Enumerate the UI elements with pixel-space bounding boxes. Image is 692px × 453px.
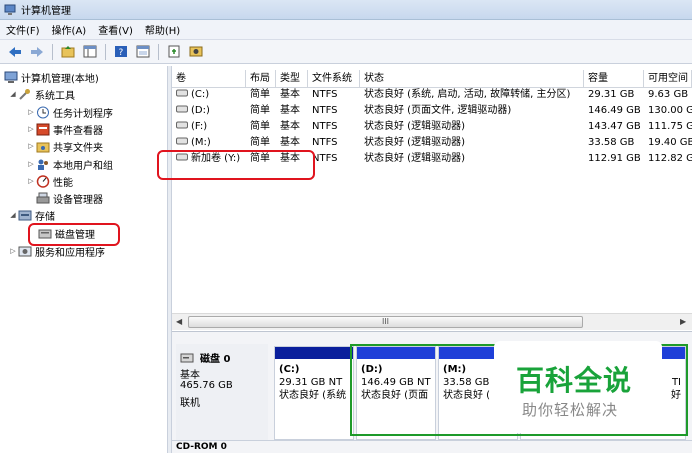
partition-label: (C:) xyxy=(279,364,300,375)
menu-action[interactable]: 操作(A) xyxy=(52,22,87,37)
disk-size: 465.76 GB xyxy=(180,380,233,391)
menu-bar: 文件(F) 操作(A) 查看(V) 帮助(H) xyxy=(0,20,692,40)
table-row[interactable] xyxy=(172,151,692,166)
expand-icon[interactable]: ▷ xyxy=(8,247,18,255)
navigation-tree: 计算机管理(本地) ◢ 系统工具 ▷ 任务计划程序 ▷ 事件查看器 ▷ 共享文件… xyxy=(0,66,168,453)
title-bar: 计算机管理 xyxy=(0,0,692,20)
tree-label: 性能 xyxy=(53,177,73,189)
tree-item-root[interactable]: 计算机管理(本地) xyxy=(4,69,99,85)
table-row[interactable] xyxy=(172,87,692,102)
storage-icon xyxy=(18,209,32,222)
menu-help[interactable]: 帮助(H) xyxy=(145,22,180,37)
disk-name: 磁盘 0 xyxy=(200,354,231,365)
svg-text:?: ? xyxy=(119,48,124,58)
expand-icon[interactable]: ▷ xyxy=(26,125,36,133)
tree-item-local-users[interactable]: ▷ 本地用户和组 xyxy=(26,156,113,172)
window-title: 计算机管理 xyxy=(21,6,71,17)
users-icon xyxy=(36,158,50,171)
tree-label: 任务计划程序 xyxy=(53,108,113,120)
toolbar-separator xyxy=(52,43,53,60)
tree-label: 共享文件夹 xyxy=(53,142,103,154)
column-header-volume[interactable]: 卷 xyxy=(172,70,246,88)
watermark-main: 百科全说 xyxy=(516,364,633,397)
disk-kind: 基本 xyxy=(180,370,200,381)
settings-icon[interactable] xyxy=(187,43,205,61)
menu-view[interactable]: 查看(V) xyxy=(98,22,133,37)
disk-state: 联机 xyxy=(180,398,200,409)
tree-item-performance[interactable]: ▷ 性能 xyxy=(26,173,73,189)
toolbar: ? xyxy=(0,40,692,64)
tree-label: 计算机管理(本地) xyxy=(21,73,99,85)
tree-item-shared-folders[interactable]: ▷ 共享文件夹 xyxy=(26,138,103,154)
column-header-capacity[interactable]: 容量 xyxy=(584,70,644,88)
column-header-free-space[interactable]: 可用空间 xyxy=(644,70,692,88)
tree-label: 本地用户和组 xyxy=(53,160,113,172)
partition-bar xyxy=(275,347,353,359)
computer-icon xyxy=(4,71,18,84)
performance-icon xyxy=(36,174,50,188)
table-row[interactable] xyxy=(172,135,692,150)
expand-icon[interactable]: ▷ xyxy=(26,177,36,185)
column-header-status[interactable]: 状态 xyxy=(360,70,584,88)
toolbar-separator xyxy=(158,43,159,60)
tree-item-event-viewer[interactable]: ▷ 事件查看器 xyxy=(26,121,103,137)
clock-icon xyxy=(36,106,50,119)
tree-label: 系统工具 xyxy=(35,90,75,102)
scroll-left-icon[interactable]: ◀ xyxy=(176,317,182,326)
scroll-thumb[interactable]: III xyxy=(188,316,583,328)
partition-c[interactable]: (C:) 29.31 GB NT 状态良好 (系统 xyxy=(274,346,354,440)
collapse-icon[interactable]: ◢ xyxy=(8,211,18,219)
collapse-icon[interactable]: ◢ xyxy=(8,90,18,98)
cdrom-row[interactable]: CD-ROM 0 xyxy=(172,440,692,453)
horizontal-scrollbar[interactable]: ◀ III ▶ xyxy=(172,313,692,330)
column-header-type[interactable]: 类型 xyxy=(276,70,308,88)
toolbar-separator xyxy=(105,43,106,60)
computer-management-icon xyxy=(4,4,16,15)
highlight-disk-management xyxy=(28,223,120,246)
expand-icon[interactable]: ▷ xyxy=(26,142,36,150)
show-tree-icon[interactable] xyxy=(81,43,99,61)
back-arrow-icon[interactable] xyxy=(6,43,24,61)
shared-folder-icon xyxy=(36,140,50,153)
tree-label: 设备管理器 xyxy=(53,194,103,206)
watermark-logo: 百科全说 助你轻松解决 xyxy=(494,341,662,433)
partition-size: 29.31 GB NT xyxy=(279,377,343,388)
cdrom-label: CD-ROM 0 xyxy=(176,442,227,452)
event-viewer-icon xyxy=(36,123,50,136)
tools-icon xyxy=(18,88,32,101)
tree-item-storage[interactable]: ◢ 存储 xyxy=(8,207,55,223)
column-header-layout[interactable]: 布局 xyxy=(246,70,276,88)
tree-item-device-manager[interactable]: 设备管理器 xyxy=(36,190,103,206)
tree-item-task-scheduler[interactable]: ▷ 任务计划程序 xyxy=(26,104,113,120)
properties-icon[interactable] xyxy=(134,43,152,61)
table-row[interactable] xyxy=(172,103,692,118)
scroll-right-icon[interactable]: ▶ xyxy=(680,317,686,326)
device-manager-icon xyxy=(36,192,50,205)
watermark-sub: 助你轻松解决 xyxy=(522,401,619,419)
expand-icon[interactable]: ▷ xyxy=(26,160,36,168)
column-header-filesystem[interactable]: 文件系统 xyxy=(308,70,360,88)
disk-icon xyxy=(180,353,194,362)
up-folder-icon[interactable] xyxy=(59,43,77,61)
partition-status: 状态良好 (系统 xyxy=(279,390,347,401)
tree-item-system-tools[interactable]: ◢ 系统工具 xyxy=(8,86,75,102)
forward-arrow-icon[interactable] xyxy=(28,43,46,61)
expand-icon[interactable]: ▷ xyxy=(26,108,36,116)
export-icon[interactable] xyxy=(165,43,183,61)
help-icon[interactable]: ? xyxy=(112,43,130,61)
table-row[interactable] xyxy=(172,119,692,134)
tree-label: 事件查看器 xyxy=(53,125,103,137)
tree-label: 存储 xyxy=(35,211,55,223)
menu-file[interactable]: 文件(F) xyxy=(6,22,40,37)
disk-0-label[interactable]: 磁盘 0 基本 465.76 GB 联机 xyxy=(176,344,268,444)
services-icon xyxy=(18,245,32,258)
